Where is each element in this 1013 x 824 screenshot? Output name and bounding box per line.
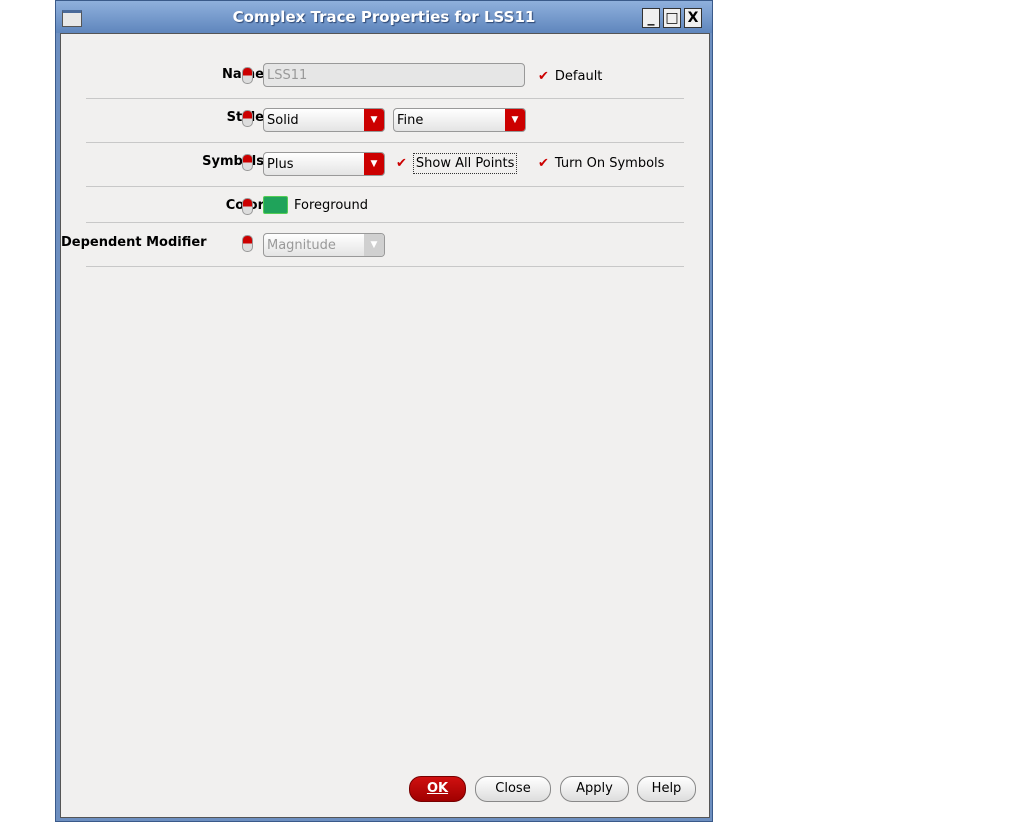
spin-icon[interactable] (242, 110, 253, 127)
style-row: Style Solid▼ Fine▼ (86, 99, 684, 143)
chevron-down-icon: ▼ (364, 153, 384, 175)
close-window-button[interactable]: X (684, 8, 702, 28)
spin-icon[interactable] (242, 67, 253, 84)
color-row: Color Foreground (86, 187, 684, 223)
check-icon: ✔ (538, 69, 549, 84)
default-checkbox[interactable]: ✔ Default (538, 69, 602, 84)
minimize-button[interactable]: _ (642, 8, 660, 28)
window-title: Complex Trace Properties for LSS11 (232, 8, 536, 26)
chevron-down-icon: ▼ (505, 109, 525, 131)
modifier-value: Magnitude (267, 238, 336, 253)
help-button[interactable]: Help (637, 776, 696, 802)
line-width-value: Fine (397, 113, 424, 128)
title-bar[interactable]: Complex Trace Properties for LSS11 _ □ X (56, 1, 712, 33)
maximize-button[interactable]: □ (663, 8, 681, 28)
spin-icon[interactable] (242, 198, 253, 215)
symbols-label: Symbols (202, 154, 264, 169)
symbols-row: Symbols Plus ▼ ✔ Show All Points ✔ Turn On … (86, 143, 684, 187)
name-row: Name LSS11 ✔Default (86, 34, 684, 99)
line-width-select[interactable]: Fine ▼ (393, 108, 526, 132)
chevron-down-icon: ▼ (364, 234, 384, 256)
turn-on-symbols-checkbox[interactable]: ✔ Turn On Symbols (538, 156, 664, 171)
turn-on-symbols-label: Turn On Symbols (554, 156, 665, 171)
show-all-points-label: Show All Points (412, 153, 518, 174)
check-icon: ✔ (538, 156, 549, 171)
ok-button[interactable]: OK (409, 776, 466, 802)
color-swatch[interactable] (263, 196, 288, 214)
chevron-down-icon: ▼ (364, 109, 384, 131)
modifier-row: Dependent Modifier Magnitude ▼ (61, 223, 684, 267)
check-icon: ✔ (396, 156, 407, 171)
line-style-value: Solid (267, 113, 299, 128)
line-style-select[interactable]: Solid ▼ (263, 108, 385, 132)
spin-icon[interactable] (242, 235, 253, 252)
dialog-window: Complex Trace Properties for LSS11 _ □ X… (55, 0, 713, 822)
show-all-points-checkbox[interactable]: ✔ Show All Points (396, 153, 518, 174)
default-label: Default (554, 69, 603, 84)
name-input[interactable]: LSS11 (263, 63, 525, 87)
symbol-value: Plus (267, 157, 294, 172)
modifier-label: Dependent Modifier (61, 235, 207, 250)
spin-icon[interactable] (242, 154, 253, 171)
modifier-select[interactable]: Magnitude ▼ (263, 233, 385, 257)
apply-button[interactable]: Apply (560, 776, 629, 802)
color-value: Foreground (294, 198, 369, 213)
dialog-body: Name LSS11 ✔Default Style Solid▼ Fine▼ S… (60, 33, 710, 818)
close-button[interactable]: Close (475, 776, 551, 802)
symbol-select[interactable]: Plus ▼ (263, 152, 385, 176)
